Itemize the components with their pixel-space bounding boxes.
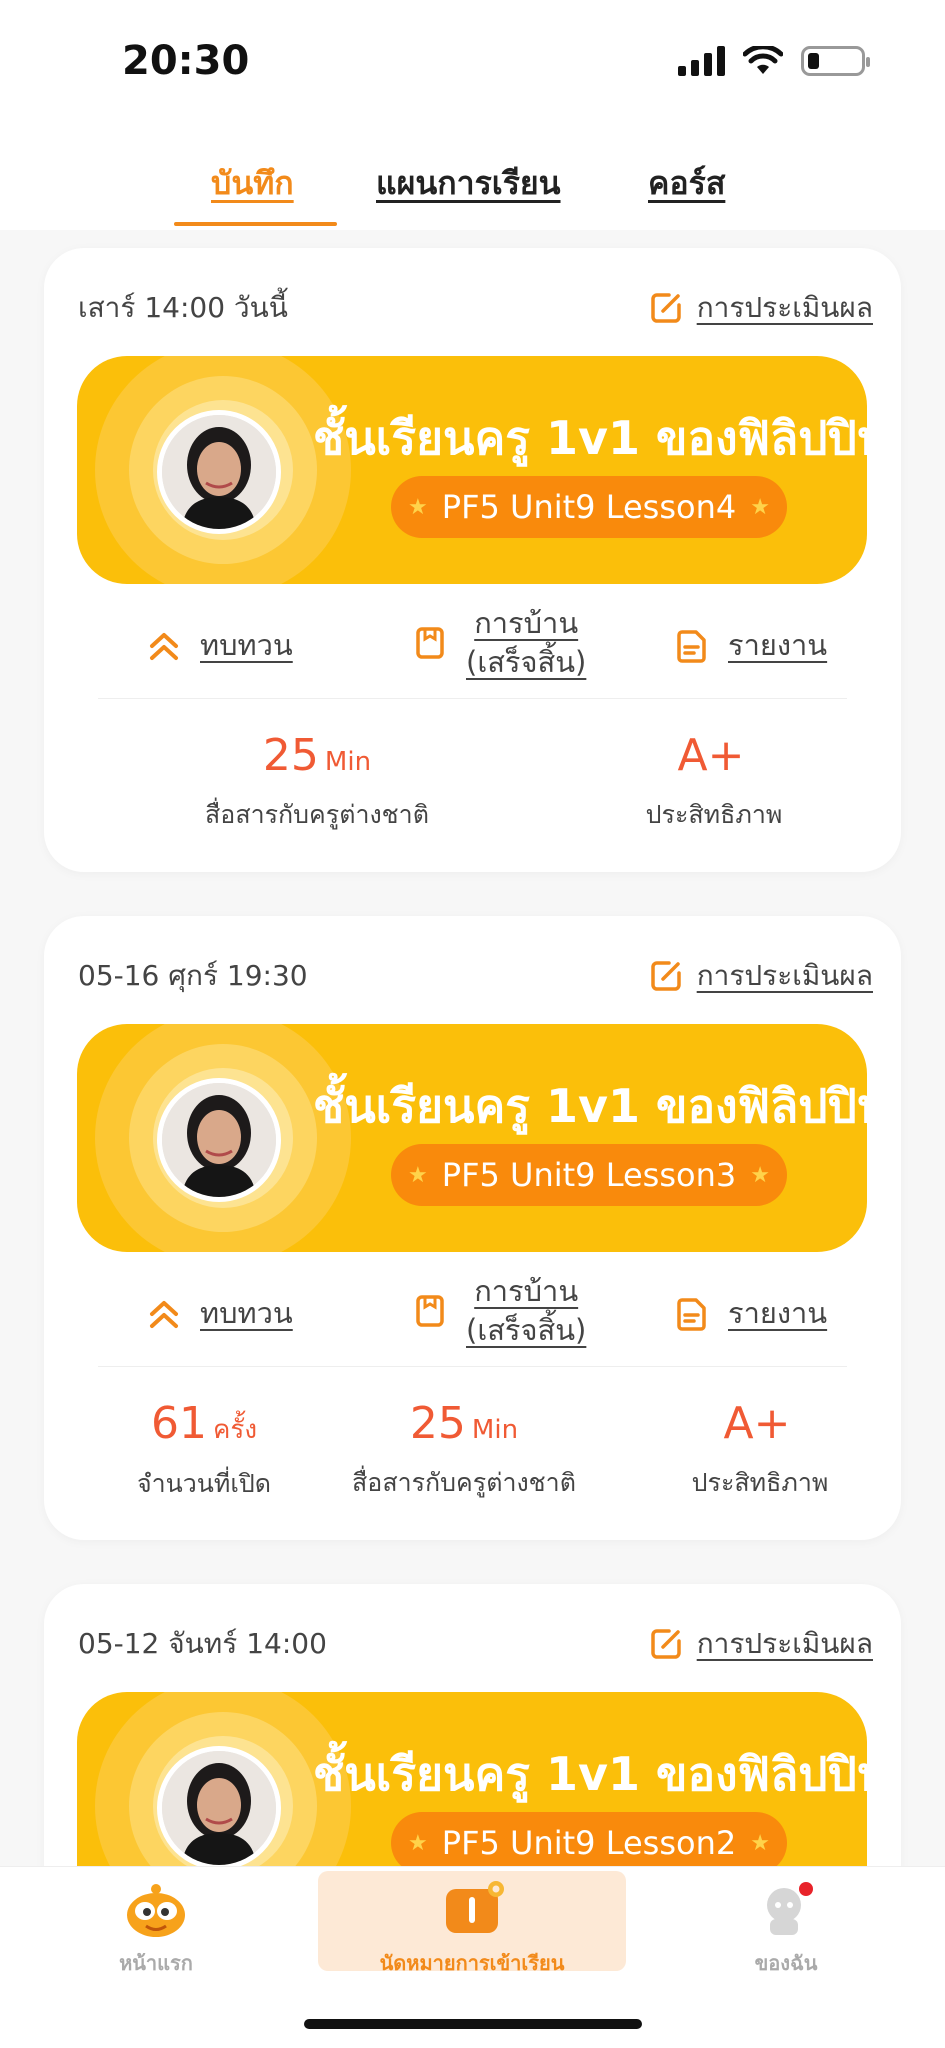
report-button[interactable]: รายงาน (674, 1294, 827, 1333)
class-card: 05-16 ศุกร์ 19:30 การประเมินผล ชั้นเรียน… (44, 916, 901, 1540)
tab-records[interactable]: บันทึก (211, 158, 294, 209)
nav-label: ของฉัน (754, 1951, 818, 1975)
homework-icon (416, 1295, 444, 1327)
tab-study-plan[interactable]: แผนการเรียน (376, 158, 561, 209)
class-date: 05-12 จันทร์ 14:00 (78, 1627, 327, 1660)
nav-label: นัดหมายการเข้าเรียน (379, 1951, 565, 1975)
review-label: ทบทวน (200, 628, 293, 662)
stat-value: 25 (262, 730, 319, 781)
tab-indicator (174, 222, 337, 226)
signal-icon (678, 46, 725, 76)
stat-unit: Min (471, 1415, 519, 1445)
class-card: เสาร์ 14:00 วันนี้ การประเมินผล ชั้นเรีย… (44, 248, 901, 872)
report-button[interactable]: รายงาน (674, 626, 827, 665)
document-icon (677, 629, 706, 663)
teacher-avatar (157, 1746, 281, 1870)
nav-appointments[interactable]: นัดหมายการเข้าเรียน (318, 1881, 626, 1979)
stat-item: 25 Min สื่อสารกับครูต่างชาติ (152, 730, 482, 835)
lesson-badge: ★ PF5 Unit9 Lesson4 ★ (391, 476, 787, 538)
stat-unit: ครั้ง (212, 1415, 258, 1445)
edit-icon (650, 1629, 681, 1659)
wifi-icon (743, 46, 783, 74)
stat-label: ประสิทธิภาพ (691, 1468, 829, 1497)
star-icon: ★ (408, 494, 428, 520)
class-title: ชั้นเรียนครู 1v1 ของฟิลิปปินส์ (313, 411, 867, 465)
mascot-icon (127, 1884, 185, 1937)
star-icon: ★ (750, 1830, 770, 1856)
lesson-label: PF5 Unit9 Lesson4 (441, 488, 737, 526)
stat-item: A+ ประสิทธิภาพ (584, 730, 844, 835)
class-date: เสาร์ 14:00 วันนี้ (78, 291, 288, 324)
review-label: ทบทวน (200, 1296, 293, 1330)
notification-dot (799, 1882, 813, 1896)
double-chevron-up-icon (150, 632, 178, 660)
nav-label: หน้าแรก (119, 1951, 193, 1975)
divider (98, 1366, 847, 1367)
stat-unit: Min (324, 747, 372, 777)
lesson-badge: ★ PF5 Unit9 Lesson3 ★ (391, 1144, 787, 1206)
stat-value: A+ (723, 1398, 791, 1449)
calendar-icon (446, 1881, 504, 1933)
report-label: รายงาน (728, 628, 828, 662)
stat-item: 25 Min สื่อสารกับครูต่างชาติ (314, 1398, 614, 1503)
review-button[interactable]: ทบทวน (146, 1294, 293, 1333)
stat-value: A+ (677, 730, 745, 781)
star-icon: ★ (750, 1162, 770, 1188)
stat-value: 25 (409, 1398, 466, 1449)
document-icon (677, 1297, 706, 1331)
evaluation-link[interactable]: การประเมินผล (649, 286, 873, 330)
home-indicator (304, 2019, 642, 2029)
status-bar: 20:30 (0, 0, 945, 120)
star-icon: ★ (408, 1162, 428, 1188)
tab-bar: บันทึก แผนการเรียน คอร์ส (0, 120, 945, 230)
class-date: 05-16 ศุกร์ 19:30 (78, 959, 308, 992)
review-button[interactable]: ทบทวน (146, 626, 293, 665)
class-banner[interactable]: ชั้นเรียนครู 1v1 ของฟิลิปปินส์ ★ PF5 Uni… (77, 1024, 867, 1252)
stat-label: ประสิทธิภาพ (645, 800, 783, 829)
class-title: ชั้นเรียนครู 1v1 ของฟิลิปปินส์ (313, 1747, 867, 1801)
homework-icon (416, 627, 444, 659)
teacher-avatar (157, 410, 281, 534)
battery-icon (801, 46, 870, 76)
star-icon: ★ (750, 494, 770, 520)
lesson-label: PF5 Unit9 Lesson2 (441, 1824, 737, 1862)
nav-profile[interactable]: ของฉัน (716, 1881, 856, 1979)
stat-label: สื่อสารกับครูต่างชาติ (205, 800, 429, 829)
stat-item: 61 ครั้ง จำนวนที่เปิด (104, 1398, 304, 1504)
homework-button[interactable]: การบ้าน (เสร็จสิ้น) (412, 1272, 586, 1350)
class-title: ชั้นเรียนครู 1v1 ของฟิลิปปินส์ (313, 1079, 867, 1133)
teacher-avatar (157, 1078, 281, 1202)
stat-label: สื่อสารกับครูต่างชาติ (352, 1468, 576, 1497)
lesson-badge: ★ PF5 Unit9 Lesson2 ★ (391, 1812, 787, 1874)
evaluation-link[interactable]: การประเมินผล (649, 1622, 873, 1666)
edit-icon (650, 961, 681, 991)
class-banner[interactable]: ชั้นเรียนครู 1v1 ของฟิลิปปินส์ ★ PF5 Uni… (77, 356, 867, 584)
stat-value: 61 (150, 1398, 207, 1449)
divider (98, 698, 847, 699)
status-icons (678, 46, 870, 76)
homework-label: การบ้าน (เสร็จสิ้น) (466, 1274, 587, 1348)
report-label: รายงาน (728, 1296, 828, 1330)
tab-courses[interactable]: คอร์ส (648, 158, 725, 209)
homework-button[interactable]: การบ้าน (เสร็จสิ้น) (412, 604, 586, 682)
lesson-label: PF5 Unit9 Lesson3 (441, 1156, 737, 1194)
stat-item: A+ ประสิทธิภาพ (650, 1398, 870, 1503)
evaluation-label: การประเมินผล (696, 1627, 873, 1660)
edit-icon (650, 293, 681, 323)
double-chevron-up-icon (150, 1300, 178, 1328)
profile-icon (767, 1882, 813, 1935)
stat-label: จำนวนที่เปิด (136, 1469, 272, 1498)
star-icon: ★ (408, 1830, 428, 1856)
evaluation-label: การประเมินผล (696, 291, 873, 324)
nav-home[interactable]: หน้าแรก (86, 1881, 226, 1979)
evaluation-link[interactable]: การประเมินผล (649, 954, 873, 998)
evaluation-label: การประเมินผล (696, 959, 873, 992)
status-time: 20:30 (122, 38, 250, 84)
homework-label: การบ้าน (เสร็จสิ้น) (466, 606, 587, 680)
